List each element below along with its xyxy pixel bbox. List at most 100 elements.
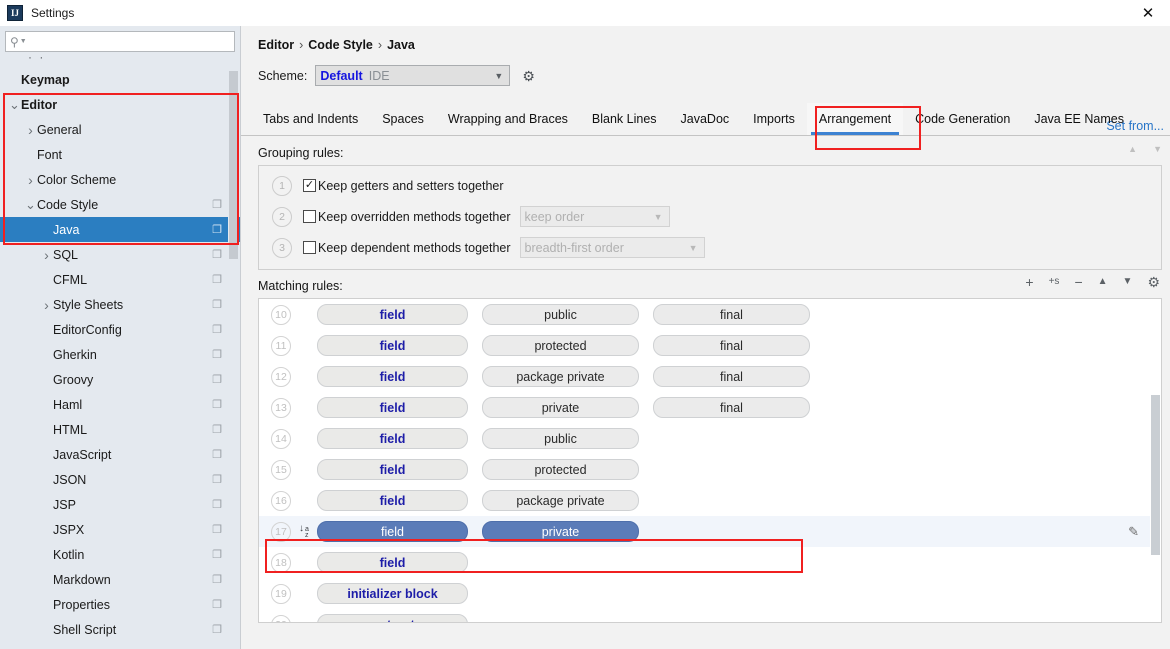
sidebar-item-general[interactable]: ›General [0,117,240,142]
matching-rule-row[interactable]: 13fieldprivatefinal [259,392,1161,423]
chevron-down-icon[interactable]: ⌄ [8,102,21,108]
chevron-right-icon[interactable]: › [24,122,37,138]
scheme-select[interactable]: Default IDE ▼ [315,65,510,86]
rule-extra-modifier-chip[interactable]: final [653,366,810,387]
rule-type-chip[interactable]: field [317,397,468,418]
sidebar-item-font[interactable]: Font [0,142,240,167]
sidebar-item-kotlin[interactable]: Kotlin❐ [0,542,240,567]
settings-gear-button[interactable]: ⚙ [1147,275,1160,289]
rule-type-chip[interactable]: field [317,490,468,511]
rule-modifier-chip[interactable]: package private [482,490,639,511]
copy-scheme-icon[interactable]: ❐ [212,623,222,636]
tab-arrangement[interactable]: Arrangement [807,103,903,135]
matching-rule-row[interactable]: 11fieldprotectedfinal [259,330,1161,361]
rule-type-chip[interactable]: field [317,521,468,542]
copy-scheme-icon[interactable]: ❐ [212,423,222,436]
move-down-button[interactable]: ▼ [1123,277,1133,287]
matching-rule-row[interactable]: 20constructor [259,609,1161,623]
matching-rules-scrollbar[interactable] [1150,299,1161,622]
search-input[interactable] [30,34,230,50]
copy-scheme-icon[interactable]: ❐ [212,273,222,286]
matching-rules-scrollbar-thumb[interactable] [1151,395,1160,555]
add-section-button[interactable]: +s [1049,277,1060,287]
copy-scheme-icon[interactable]: ❐ [212,548,222,561]
rule-type-chip[interactable]: field [317,366,468,387]
checkbox-keep-getters-and-setters-together[interactable]: ✓ [303,179,316,192]
rule-extra-modifier-chip[interactable]: final [653,397,810,418]
rule-modifier-chip[interactable]: public [482,428,639,449]
sidebar-item-properties[interactable]: Properties❐ [0,592,240,617]
move-down-icon[interactable]: ▼ [1153,144,1162,154]
chevron-down-icon[interactable]: ⌄ [24,202,37,208]
matching-rule-row[interactable]: 10fieldpublicfinal [259,299,1161,330]
rule-modifier-chip[interactable]: protected [482,459,639,480]
sidebar-item-cfml[interactable]: CFML❐ [0,267,240,292]
add-rule-button[interactable]: + [1025,275,1033,289]
gear-icon[interactable]: ⚙ [522,69,535,83]
sidebar-item-editorconfig[interactable]: EditorConfig❐ [0,317,240,342]
copy-scheme-icon[interactable]: ❐ [212,398,222,411]
rule-modifier-chip[interactable]: public [482,304,639,325]
tab-javadoc[interactable]: JavaDoc [669,103,742,135]
sidebar-item-jsp[interactable]: JSP❐ [0,492,240,517]
matching-rule-row[interactable]: 15fieldprotected [259,454,1161,485]
sidebar-item-code-style[interactable]: ⌄Code Style❐ [0,192,240,217]
matching-rule-row[interactable]: 14fieldpublic [259,423,1161,454]
tab-tabs-and-indents[interactable]: Tabs and Indents [251,103,370,135]
tab-java-ee-names[interactable]: Java EE Names [1022,103,1136,135]
sidebar-item-markdown[interactable]: Markdown❐ [0,567,240,592]
chevron-right-icon[interactable]: › [40,297,53,313]
matching-rule-row[interactable]: 18field [259,547,1161,578]
copy-scheme-icon[interactable]: ❐ [212,448,222,461]
checkbox-keep-overridden-methods-together[interactable] [303,210,316,223]
rule-modifier-chip[interactable]: private [482,397,639,418]
edit-rule-icon[interactable]: ✎ [1128,524,1139,540]
copy-scheme-icon[interactable]: ❐ [212,323,222,336]
rule-extra-modifier-chip[interactable]: final [653,304,810,325]
tab-spaces[interactable]: Spaces [370,103,436,135]
search-box[interactable]: ⚲ ▼ [5,31,235,52]
matching-rule-row[interactable]: 17↓azfieldprivate✎ [259,516,1161,547]
tab-blank-lines[interactable]: Blank Lines [580,103,669,135]
rule-type-chip[interactable]: field [317,304,468,325]
move-up-icon[interactable]: ▲ [1128,144,1137,154]
copy-scheme-icon[interactable]: ❐ [212,523,222,536]
copy-scheme-icon[interactable]: ❐ [212,498,222,511]
rule-extra-modifier-chip[interactable]: final [653,335,810,356]
rule-modifier-chip[interactable]: private [482,521,639,542]
copy-scheme-icon[interactable]: ❐ [212,198,222,211]
rule-type-chip[interactable]: field [317,428,468,449]
rule-modifier-chip[interactable]: protected [482,335,639,356]
copy-scheme-icon[interactable]: ❐ [212,348,222,361]
sidebar-item-haml[interactable]: Haml❐ [0,392,240,417]
checkbox-keep-dependent-methods-together[interactable] [303,241,316,254]
rule-type-chip[interactable]: constructor [317,614,468,623]
rule-modifier-chip[interactable]: package private [482,366,639,387]
sidebar-item-javascript[interactable]: JavaScript❐ [0,442,240,467]
sidebar-item-color-scheme[interactable]: ›Color Scheme [0,167,240,192]
sidebar-item-java[interactable]: Java❐ [0,217,240,242]
matching-rule-row[interactable]: 16fieldpackage private [259,485,1161,516]
sidebar-item-json[interactable]: JSON❐ [0,467,240,492]
sidebar-item-keymap[interactable]: Keymap [0,67,240,92]
chevron-right-icon[interactable]: › [40,247,53,263]
sidebar-scrollbar-thumb[interactable] [229,71,238,259]
copy-scheme-icon[interactable]: ❐ [212,248,222,261]
sidebar-item-html[interactable]: HTML❐ [0,417,240,442]
chevron-right-icon[interactable]: › [24,172,37,188]
sidebar-item-sql[interactable]: ›SQL❐ [0,242,240,267]
sidebar-item-gherkin[interactable]: Gherkin❐ [0,342,240,367]
copy-scheme-icon[interactable]: ❐ [212,598,222,611]
sidebar-scrollbar[interactable] [228,71,239,649]
sidebar-item-jspx[interactable]: JSPX❐ [0,517,240,542]
rule-type-chip[interactable]: field [317,552,468,573]
sidebar-item-shell-script[interactable]: Shell Script❐ [0,617,240,642]
tab-wrapping-and-braces[interactable]: Wrapping and Braces [436,103,580,135]
rule-type-chip[interactable]: initializer block [317,583,468,604]
sidebar-item-editor[interactable]: ⌄Editor [0,92,240,117]
tab-imports[interactable]: Imports [741,103,807,135]
matching-rule-row[interactable]: 12fieldpackage privatefinal [259,361,1161,392]
sidebar-item-style-sheets[interactable]: ›Style Sheets❐ [0,292,240,317]
copy-scheme-icon[interactable]: ❐ [212,473,222,486]
remove-rule-button[interactable]: − [1074,275,1082,289]
